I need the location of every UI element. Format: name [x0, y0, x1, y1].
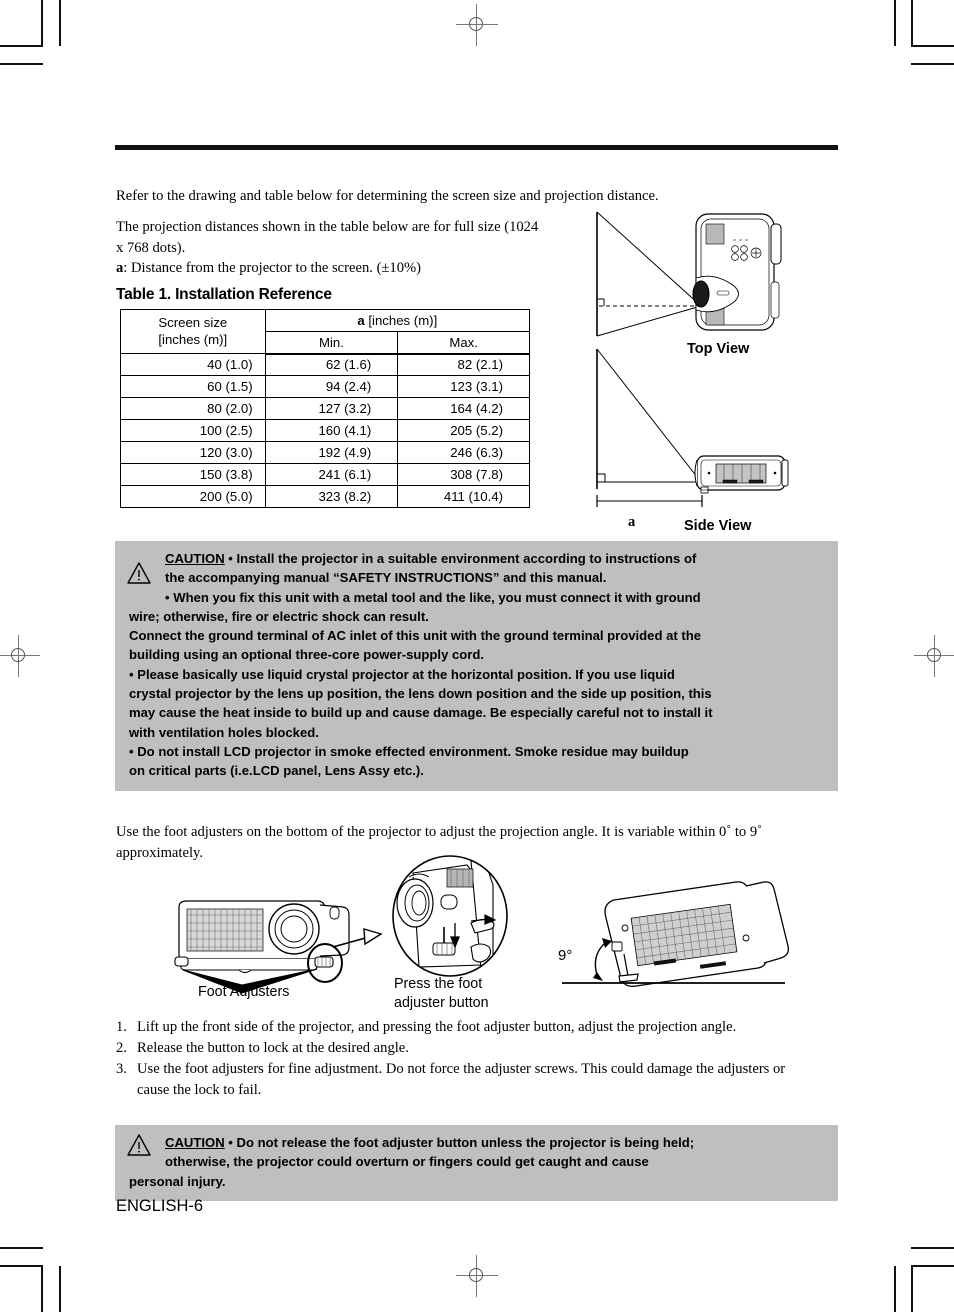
cell-screen-size: 40 (1.0) — [120, 353, 266, 376]
table-header-row-1: Screen size [inches (m)] a [inches (m)] — [120, 309, 531, 354]
header-a-unit: [inches (m)] — [364, 313, 438, 328]
list-item: 2. Release the button to lock at the des… — [116, 1038, 838, 1059]
cell-min: 192 (4.9) — [264, 441, 399, 464]
caution-line-1: CAUTION • Install the projector in a sui… — [129, 549, 826, 568]
caution-foot-line-1-text: • Do not release the foot adjuster butto… — [224, 1135, 695, 1150]
caution-foot-line-3: personal injury. — [129, 1173, 226, 1189]
manual-page: Refer to the drawing and table below for… — [0, 0, 954, 1312]
installation-reference-table: Screen size [inches (m)] a [inches (m)] … — [120, 309, 531, 508]
caution-line-11: • Do not install LCD projector in smoke … — [129, 743, 689, 759]
cell-max: 164 (4.2) — [397, 397, 530, 420]
caution-foot-heading: CAUTION — [165, 1135, 225, 1150]
foot-adjusters-caption: Foot Adjusters — [198, 984, 290, 1000]
cell-min: 62 (1.6) — [264, 353, 399, 376]
foot-adjuster-detail-illustration — [385, 855, 515, 982]
table-row: 40 (1.0) 62 (1.6) 82 (2.1) — [120, 353, 530, 376]
distance-a-label: a — [628, 514, 636, 530]
caution-box-installation: CAUTION • Install the projector in a sui… — [115, 541, 838, 791]
cell-screen-size: 80 (2.0) — [120, 397, 266, 420]
caution-line-2: the accompanying manual “SAFETY INSTRUCT… — [165, 570, 607, 586]
press-caption-line-2: adjuster button — [394, 994, 489, 1011]
table-row: 150 (3.8) 241 (6.1) 308 (7.8) — [120, 463, 530, 486]
table-row: 100 (2.5) 160 (4.1) 205 (5.2) — [120, 419, 530, 442]
tilted-projector-illustration — [550, 880, 790, 995]
side-view-label: Side View — [684, 518, 752, 534]
step-number: 3. — [116, 1061, 127, 1077]
caution-line-5: Connect the ground terminal of AC inlet … — [129, 628, 701, 644]
caution-line-12: on critical parts (i.e.LCD panel, Lens A… — [129, 763, 424, 779]
caution-heading: CAUTION — [165, 551, 225, 566]
cell-max: 411 (10.4) — [397, 485, 530, 508]
header-max: Max. — [397, 331, 530, 355]
table-row: 60 (1.5) 94 (2.4) 123 (3.1) — [120, 375, 530, 398]
a-definition-text: : Distance from the projector to the scr… — [123, 260, 422, 276]
caution-foot-line-1: CAUTION • Do not release the foot adjust… — [129, 1133, 826, 1152]
warning-triangle-icon — [126, 561, 152, 585]
table-row: 200 (5.0) 323 (8.2) 411 (10.4) — [120, 485, 530, 508]
callout-arrow — [332, 925, 393, 960]
step-number: 2. — [116, 1040, 127, 1056]
top-view-label: Top View — [687, 341, 750, 357]
cell-max: 246 (6.3) — [397, 441, 530, 464]
caution-line-1-text: • Install the projector in a suitable en… — [224, 551, 697, 566]
tilt-angle-label: 9° — [558, 947, 573, 964]
step-text: Release the button to lock at the desire… — [137, 1040, 409, 1056]
cell-max: 82 (2.1) — [397, 353, 530, 376]
caution-line-9: may cause the heat inside to build up an… — [129, 705, 713, 721]
header-min: Min. — [264, 331, 399, 355]
caution-foot-line-2: otherwise, the projector could overturn … — [165, 1154, 649, 1170]
step-text: Lift up the front side of the projector,… — [137, 1019, 737, 1035]
a-definition-paragraph: a: Distance from the projector to the sc… — [116, 258, 546, 279]
header-a-symbol: a — [357, 313, 365, 328]
cell-max: 123 (3.1) — [397, 375, 530, 398]
warning-triangle-icon — [126, 1133, 152, 1157]
table-row: 120 (3.0) 192 (4.9) 246 (6.3) — [120, 441, 530, 464]
caution-box-foot-adjuster: CAUTION • Do not release the foot adjust… — [115, 1125, 838, 1201]
intro-paragraph: Refer to the drawing and table below for… — [116, 188, 659, 204]
projection-distance-paragraph: The projection distances shown in the ta… — [116, 219, 539, 256]
foot-adjuster-steps: 1. Lift up the front side of the project… — [116, 1017, 838, 1101]
caution-line-7: • Please basically use liquid crystal pr… — [129, 666, 675, 682]
step-text: Use the foot adjusters for fine adjustme… — [137, 1061, 786, 1098]
cell-screen-size: 200 (5.0) — [120, 485, 266, 508]
caution-line-4: wire; otherwise, fire or electric shock … — [129, 608, 429, 624]
cell-min: 94 (2.4) — [264, 375, 399, 398]
cell-min: 127 (3.2) — [264, 397, 399, 420]
cell-screen-size: 120 (3.0) — [120, 441, 266, 464]
cell-max: 308 (7.8) — [397, 463, 530, 486]
press-caption-line-1: Press the foot — [394, 976, 483, 992]
cell-min: 323 (8.2) — [264, 485, 399, 508]
caution-line-8: crystal projector by the lens up positio… — [129, 686, 712, 702]
caution-line-10: with ventilation holes blocked. — [129, 724, 319, 740]
header-a-group: a [inches (m)] — [264, 309, 531, 332]
cell-min: 160 (4.1) — [264, 419, 399, 442]
list-item: 1. Lift up the front side of the project… — [116, 1017, 838, 1038]
list-item: 3. Use the foot adjusters for fine adjus… — [116, 1059, 787, 1101]
page-footer: ENGLISH-6 — [116, 1197, 204, 1215]
table-title: Table 1. Installation Reference — [116, 286, 332, 303]
press-foot-adjuster-caption: Press the foot adjuster button — [394, 975, 524, 1012]
caution-line-6: building using an optional three-core po… — [129, 647, 485, 663]
header-screen-size: Screen size [inches (m)] — [120, 309, 266, 354]
cell-screen-size: 60 (1.5) — [120, 375, 266, 398]
cell-max: 205 (5.2) — [397, 419, 530, 442]
cell-screen-size: 100 (2.5) — [120, 419, 266, 442]
cell-screen-size: 150 (3.8) — [120, 463, 266, 486]
caution-line-3: • When you fix this unit with a metal to… — [165, 589, 701, 605]
step-number: 1. — [116, 1019, 127, 1035]
header-rule — [115, 145, 838, 150]
table-row: 80 (2.0) 127 (3.2) 164 (4.2) — [120, 397, 530, 420]
projection-diagram — [583, 208, 841, 538]
cell-min: 241 (6.1) — [264, 463, 399, 486]
